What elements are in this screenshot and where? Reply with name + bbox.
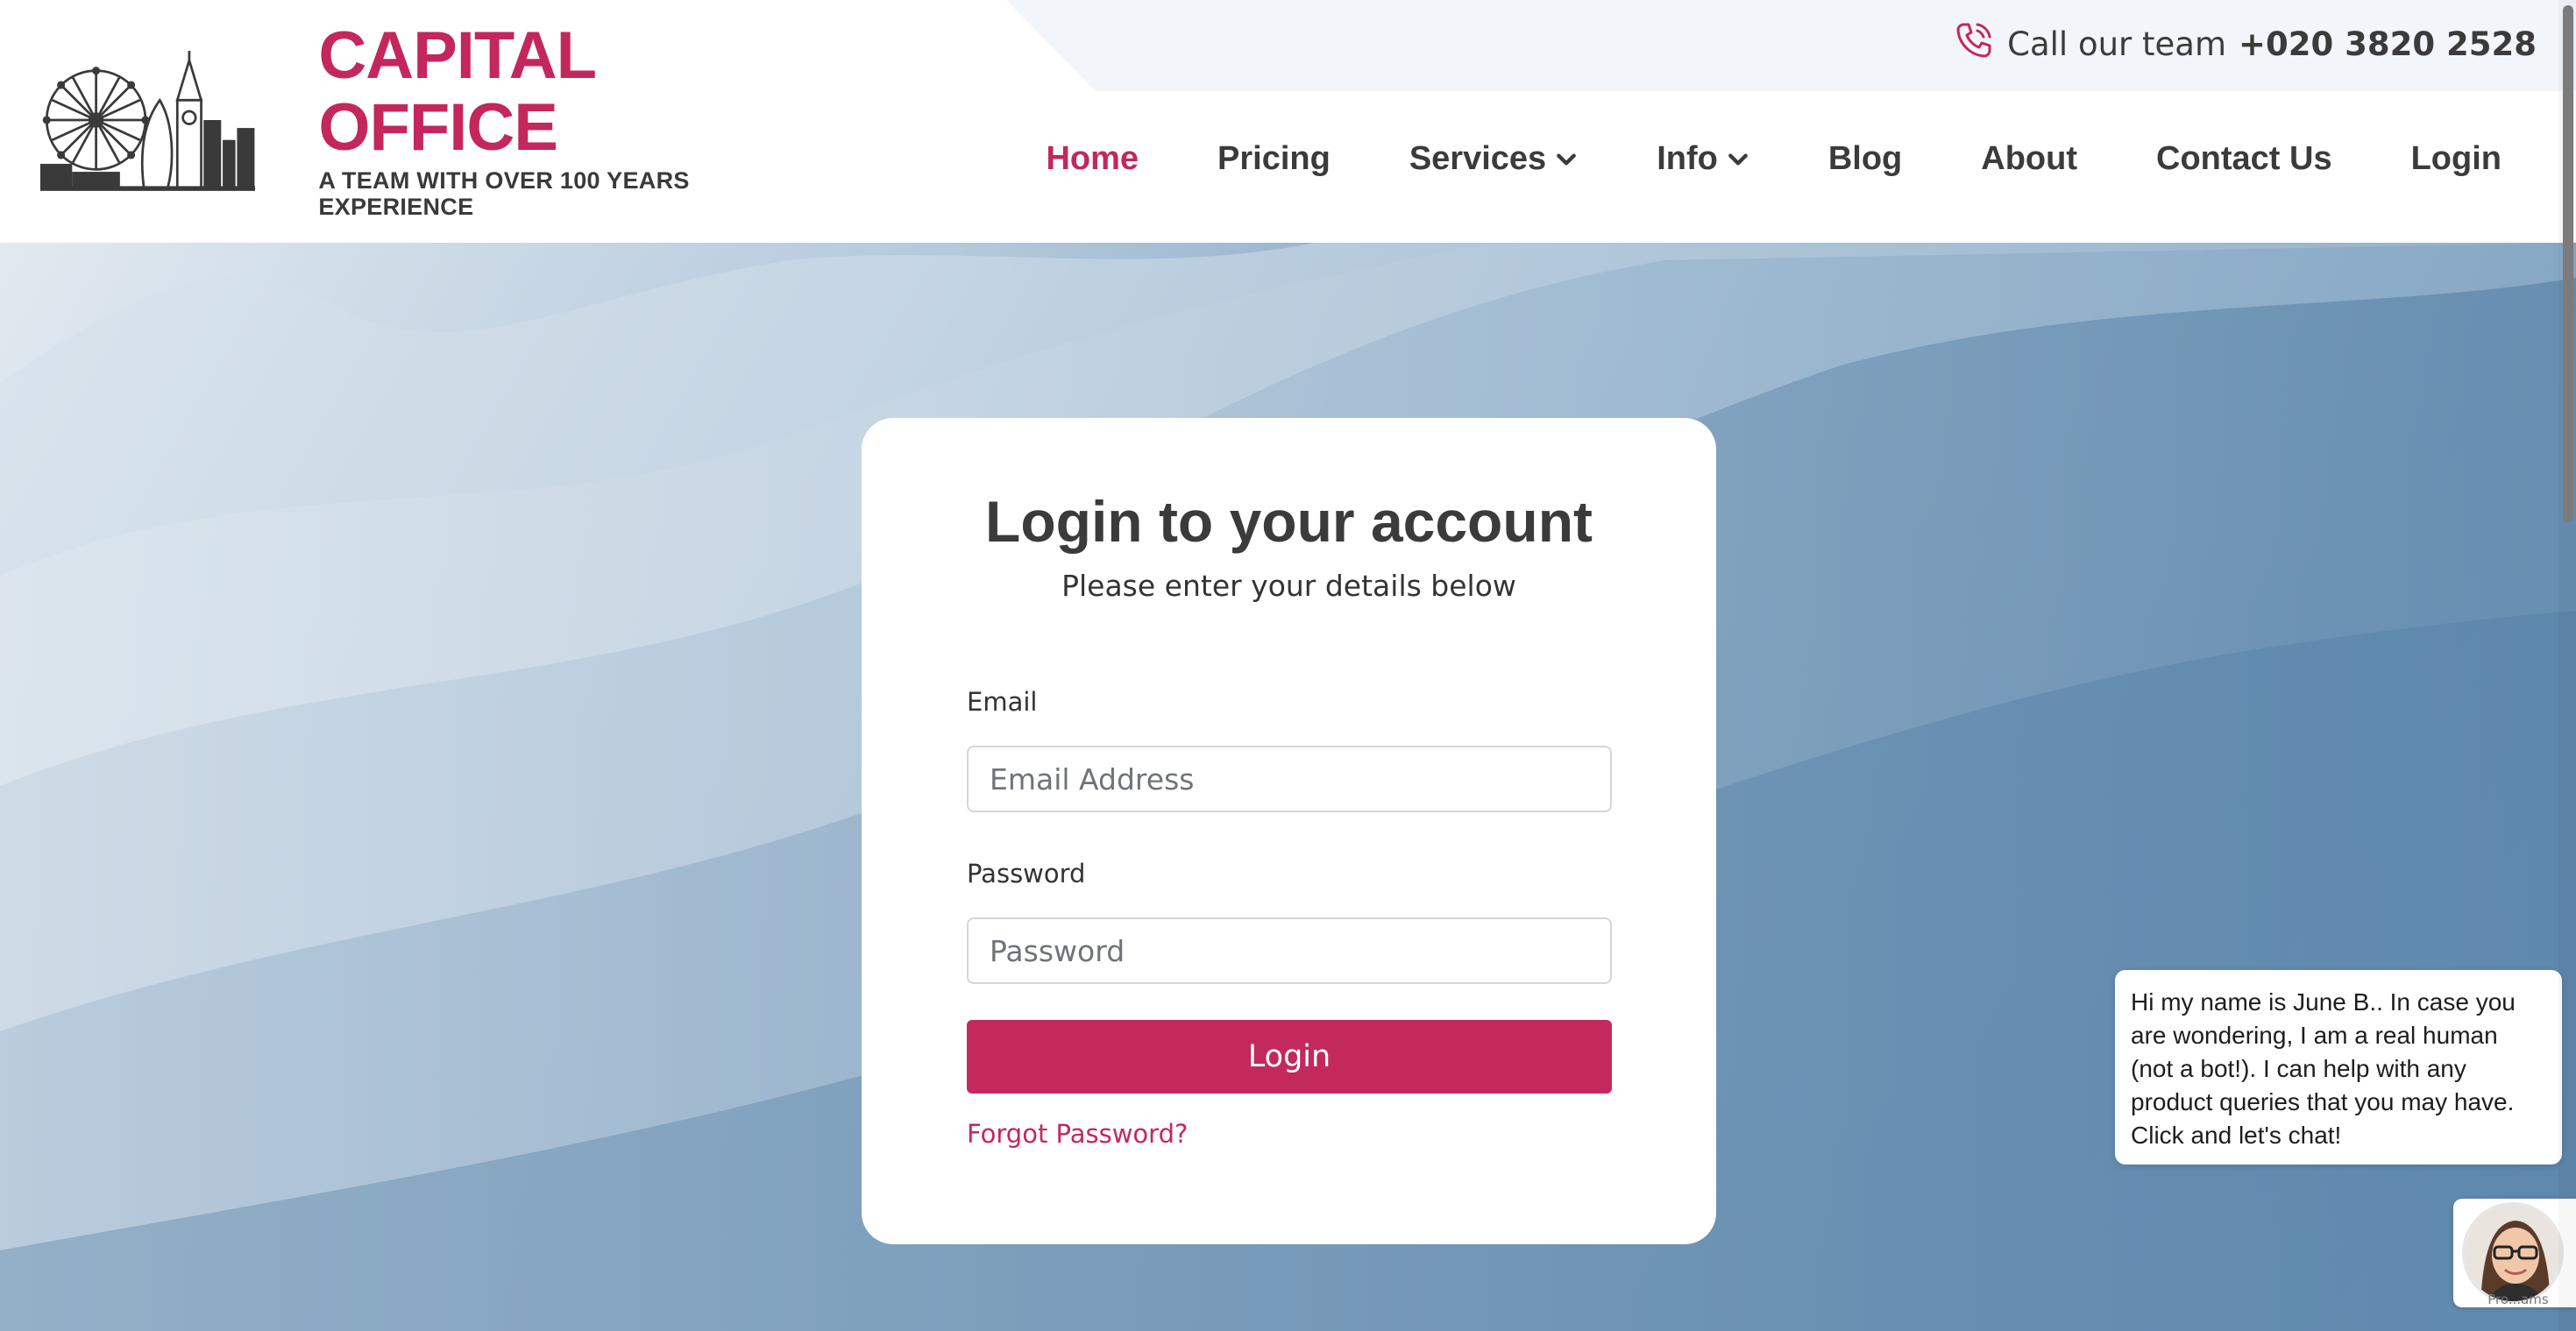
nav-item-pricing[interactable]: Pricing	[1217, 140, 1331, 178]
nav-item-about[interactable]: About	[1981, 140, 2077, 178]
page-scrollbar[interactable]	[2558, 0, 2576, 1331]
nav-item-contact-us[interactable]: Contact Us	[2156, 140, 2332, 178]
chat-avatar-caption: Pro...ams	[2487, 1292, 2549, 1307]
password-field[interactable]	[967, 917, 1612, 984]
person-avatar-icon	[2465, 1205, 2561, 1301]
chevron-down-icon	[1557, 153, 1577, 165]
logo-tagline: A TEAM WITH OVER 100 YEARS EXPERIENCE	[318, 167, 690, 220]
scrollbar-thumb[interactable]	[2563, 5, 2573, 522]
nav-label: Login	[2410, 140, 2501, 177]
chat-agent-avatar	[2462, 1202, 2564, 1304]
main-nav: Home Pricing Services Info Blog About Co…	[967, 140, 2501, 178]
nav-label: About	[1981, 140, 2078, 177]
phone-contact[interactable]: Call our team +020 3820 2528	[1953, 19, 2537, 68]
forgot-password-link[interactable]: Forgot Password?	[967, 1119, 1188, 1149]
nav-label: Services	[1409, 140, 1547, 177]
london-skyline-logo-icon	[40, 50, 256, 191]
chat-message-bubble[interactable]: Hi my name is June B.. In case you are w…	[2115, 970, 2562, 1165]
nav-item-services[interactable]: Services	[1409, 140, 1578, 178]
nav-label: Info	[1657, 140, 1718, 177]
chevron-down-icon	[1728, 153, 1748, 165]
email-label: Email	[967, 687, 1038, 717]
phone-ringing-icon	[1953, 19, 1995, 69]
page: Call our team +020 3820 2528 CAPITAL OFF…	[0, 0, 2576, 1331]
nav-label: Home	[1046, 140, 1139, 177]
chat-launcher[interactable]: Pro...ams	[2453, 1199, 2576, 1307]
nav-label: Pricing	[1217, 140, 1331, 177]
logo[interactable]: CAPITAL OFFICE A TEAM WITH OVER 100 YEAR…	[40, 20, 803, 220]
nav-item-blog[interactable]: Blog	[1828, 140, 1902, 178]
logo-text: CAPITAL OFFICE A TEAM WITH OVER 100 YEAR…	[318, 18, 803, 221]
nav-label: Blog	[1827, 140, 1903, 177]
login-button[interactable]: Login	[967, 1020, 1612, 1094]
nav-item-home[interactable]: Home	[1046, 140, 1139, 178]
call-label: Call our team	[2007, 25, 2227, 63]
phone-number[interactable]: +020 3820 2528	[2239, 25, 2537, 63]
nav-item-info[interactable]: Info	[1657, 140, 1749, 178]
nav-item-login[interactable]: Login	[2411, 140, 2501, 178]
password-label: Password	[967, 859, 1086, 889]
login-title: Login to your account	[985, 489, 1593, 554]
logo-title: CAPITAL OFFICE	[318, 18, 595, 165]
site-header: Call our team +020 3820 2528 CAPITAL OFF…	[0, 0, 2576, 243]
login-subtitle: Please enter your details below	[1061, 569, 1516, 603]
login-card: Login to your account Please enter your …	[862, 418, 1716, 1244]
nav-label: Contact Us	[2156, 140, 2332, 177]
email-field[interactable]	[967, 746, 1612, 812]
